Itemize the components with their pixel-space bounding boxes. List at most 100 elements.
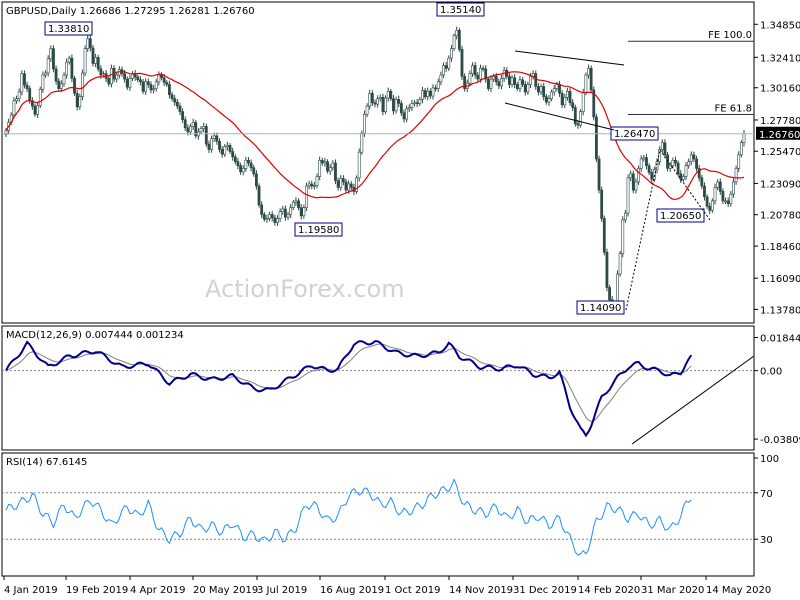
date-tick-label: 14 Nov 2019	[449, 585, 513, 596]
candle-body	[33, 105, 37, 115]
candle-body	[202, 126, 206, 129]
candle-body	[589, 67, 593, 91]
candle-body	[724, 200, 727, 203]
candle-body	[389, 90, 393, 100]
candle-body	[189, 126, 192, 133]
price-tick-label: 1.27780	[760, 116, 800, 127]
candle-body	[323, 161, 327, 164]
candle-body	[236, 161, 240, 167]
candle-body	[204, 126, 208, 145]
candle-body	[558, 84, 561, 94]
candle-body	[67, 57, 71, 63]
candle-body	[442, 65, 445, 76]
candle-body	[544, 96, 548, 103]
candle-body	[671, 159, 675, 167]
candle-body	[428, 90, 432, 97]
candle-body	[436, 81, 440, 89]
candle-body	[233, 156, 237, 162]
candle-body	[407, 107, 411, 110]
candle-body	[679, 173, 683, 180]
candle-body	[555, 84, 559, 89]
current-price-label: 1.26760	[759, 130, 800, 141]
candle-body	[168, 84, 171, 95]
candle-body	[479, 67, 482, 80]
candle-body	[471, 65, 474, 74]
candle-body	[666, 154, 669, 169]
candle-body	[286, 214, 290, 218]
candle-body	[513, 77, 517, 85]
candle-body	[718, 181, 722, 192]
macd-tick-label: -0.038095	[760, 435, 800, 446]
candle-body	[207, 143, 211, 150]
candle-body	[28, 88, 32, 102]
candle-body	[537, 86, 540, 93]
candle-body	[405, 108, 409, 120]
candle-body	[737, 154, 741, 169]
candle-body	[639, 158, 643, 169]
candle-body	[521, 79, 525, 85]
candle-body	[394, 99, 398, 112]
candle-body	[170, 94, 174, 100]
candle-body	[299, 207, 303, 217]
rsi-panel-frame	[1, 452, 755, 577]
candle-body	[320, 159, 324, 164]
candle-body	[183, 119, 187, 129]
candle-body	[199, 128, 203, 133]
candle-body	[276, 218, 279, 223]
candle-body	[413, 102, 416, 105]
candle-body	[552, 88, 556, 93]
macd-axis: 0.018442 0.00 -0.038095	[754, 333, 800, 446]
candle-body	[88, 38, 92, 49]
candle-body	[328, 167, 332, 172]
candle-body	[689, 154, 693, 162]
candle-body	[616, 273, 619, 305]
date-tick-label: 19 Feb 2019	[66, 585, 128, 596]
candle-body	[244, 159, 248, 169]
candle-body	[629, 173, 633, 179]
candle-body	[568, 90, 572, 104]
candle-body	[508, 76, 511, 85]
candle-body	[365, 105, 369, 115]
candle-body	[62, 74, 66, 85]
candle-body	[99, 68, 103, 76]
candle-body	[144, 81, 148, 92]
candle-body	[173, 98, 177, 103]
candle-body	[315, 176, 319, 186]
candle-body	[73, 78, 76, 94]
candle-body	[94, 57, 98, 64]
candle-body	[291, 201, 295, 208]
candle-body	[402, 112, 406, 120]
candle-body	[347, 183, 351, 191]
date-axis: 4 Jan 2019 19 Feb 2019 4 Apr 2019 20 May 20…	[3, 576, 771, 596]
candle-body	[70, 57, 74, 79]
candle-body	[710, 200, 714, 211]
rsi-axis: 100 70 30	[754, 454, 779, 546]
candle-body	[336, 180, 340, 188]
candle-body	[708, 206, 712, 211]
candle-body	[581, 92, 585, 112]
candle-body	[54, 68, 58, 82]
candle-body	[494, 76, 498, 83]
candle-body	[239, 165, 242, 173]
candle-body	[252, 167, 256, 175]
candle-body	[125, 78, 129, 88]
macd-tick-label: 0.018442	[760, 333, 800, 344]
candle-body	[83, 48, 87, 74]
candle-body	[57, 80, 61, 89]
candle-body	[20, 73, 24, 93]
candle-body	[660, 142, 664, 150]
price-tick-label: 1.32410	[760, 53, 800, 64]
candle-body	[381, 97, 385, 112]
candle-body	[102, 73, 105, 76]
candle-body	[447, 57, 451, 69]
candle-body	[587, 67, 590, 76]
date-tick-label: 31 Mar 2020	[641, 585, 704, 596]
candle-body	[721, 191, 725, 202]
candle-body	[268, 214, 271, 219]
candle-body	[139, 79, 142, 83]
candle-body	[254, 173, 258, 187]
candle-body	[444, 65, 448, 69]
candle-body	[439, 74, 443, 83]
candle-body	[123, 73, 127, 80]
candle-body	[450, 48, 453, 59]
